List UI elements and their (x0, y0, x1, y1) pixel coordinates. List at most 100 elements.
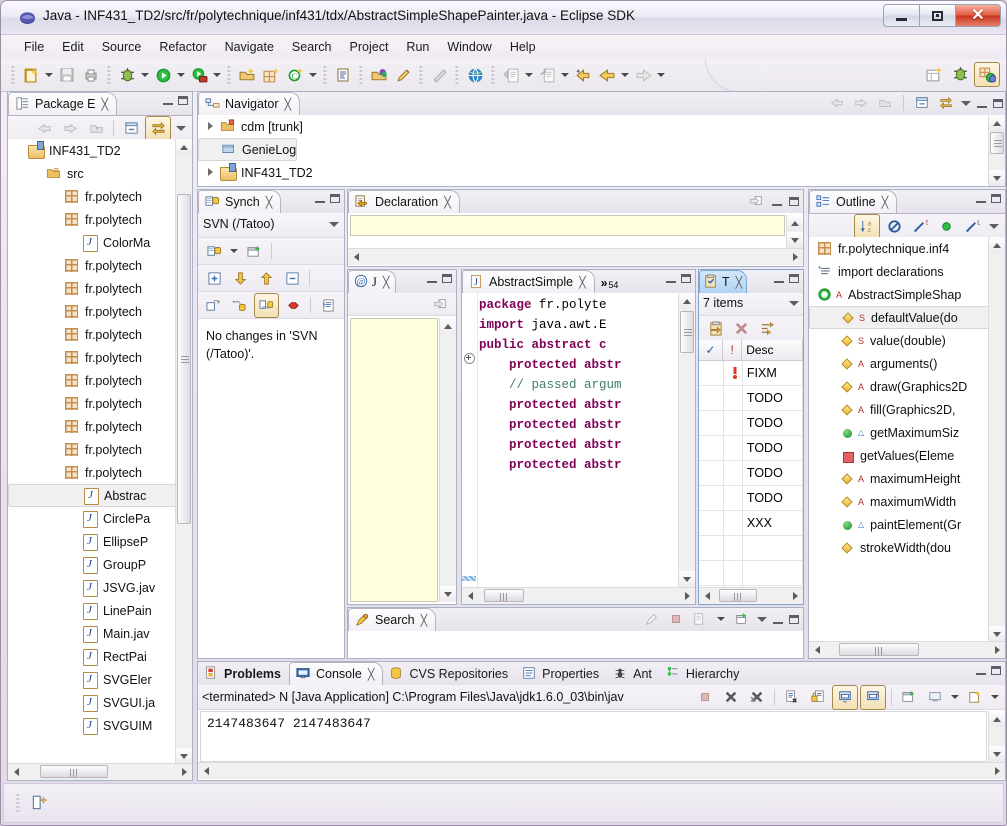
expand-arrow-icon[interactable] (50, 376, 59, 385)
tree-item[interactable]: Abstrac (8, 484, 176, 507)
close-icon[interactable]: ╳ (736, 276, 743, 289)
both-mode-icon[interactable] (253, 292, 280, 318)
scroll-left-icon[interactable] (809, 642, 825, 658)
minimize-button[interactable] (883, 4, 919, 27)
expand-arrow-icon[interactable] (50, 261, 59, 270)
hide-static-icon[interactable]: S (908, 215, 932, 238)
forward-icon[interactable] (58, 117, 82, 140)
outline-item[interactable]: AmaximumWidth (809, 490, 989, 513)
expand-all-icon[interactable] (202, 267, 226, 290)
tree-item[interactable]: LinePain (8, 599, 176, 622)
minimize-icon[interactable] (774, 273, 784, 283)
expand-arrow-icon[interactable] (68, 238, 77, 247)
scroll-down-icon[interactable] (679, 571, 695, 587)
back-icon[interactable] (595, 64, 619, 87)
link-with-editor-icon[interactable] (937, 95, 955, 111)
expand-arrow-icon[interactable] (50, 284, 59, 293)
declaration-hscrollbar[interactable] (348, 248, 803, 265)
expand-arrow-icon[interactable] (68, 560, 77, 569)
previous-annotation-dropdown[interactable] (523, 64, 535, 87)
up-icon[interactable] (876, 95, 894, 111)
collapse-marker-icon[interactable] (464, 353, 475, 364)
expand-arrow-icon[interactable] (68, 537, 77, 546)
back-icon[interactable] (828, 95, 846, 111)
outline-item[interactable]: △ getMaximumSiz (809, 421, 989, 444)
declaration-vscrollbar[interactable] (786, 215, 803, 248)
toolbar-grip[interactable] (491, 65, 495, 85)
scroll-up-icon[interactable] (679, 293, 695, 309)
toolbar-grip[interactable] (227, 65, 231, 85)
column-header[interactable]: ! (723, 340, 743, 360)
scrollbar-thumb[interactable] (839, 643, 919, 656)
run-icon[interactable] (151, 64, 175, 87)
terminate-icon[interactable] (693, 686, 717, 709)
scroll-down-icon[interactable] (787, 232, 803, 248)
maximize-icon[interactable] (991, 665, 1001, 675)
expand-arrow-icon[interactable] (50, 422, 59, 431)
skip-breakpoints-icon[interactable] (427, 64, 451, 87)
close-button[interactable]: ✕ (955, 4, 1001, 27)
close-icon[interactable]: ╳ (579, 276, 586, 289)
new-console-view-icon[interactable] (923, 686, 947, 709)
javadoc-vscrollbar[interactable] (439, 318, 456, 602)
tree-item[interactable]: RectPai (8, 645, 176, 668)
expand-arrow-icon[interactable] (32, 169, 41, 178)
editor-vscrollbar[interactable] (678, 293, 695, 587)
tab-navigator[interactable]: Navigator ╳ (198, 92, 301, 115)
expand-arrow-icon[interactable] (207, 145, 216, 154)
table-row[interactable]: TODO (699, 461, 803, 486)
maximize-icon[interactable] (681, 273, 691, 283)
scroll-down-icon[interactable] (989, 746, 1005, 762)
remove-all-terminated-icon[interactable] (745, 686, 769, 709)
tree-item[interactable]: fr.polytech (8, 277, 176, 300)
expand-arrow-icon[interactable] (50, 445, 59, 454)
open-console-icon[interactable] (897, 686, 921, 709)
expand-arrow-icon[interactable] (68, 514, 77, 523)
editor-text[interactable]: package fr.polyte import java.awt.E public… (479, 295, 678, 587)
table-row[interactable]: TODO (699, 411, 803, 436)
back-dropdown[interactable] (619, 64, 631, 87)
task-check-cell[interactable] (699, 436, 724, 460)
expand-arrow-icon[interactable] (68, 652, 77, 661)
remove-launch-icon[interactable] (719, 686, 743, 709)
open-input-icon[interactable] (428, 293, 452, 316)
expand-arrow-icon[interactable] (69, 491, 78, 500)
close-icon[interactable]: ╳ (368, 668, 375, 681)
toolbar-grip[interactable] (419, 65, 423, 85)
pin-console-icon[interactable] (832, 685, 858, 710)
minimize-icon[interactable] (772, 196, 782, 206)
maximize-icon[interactable] (789, 273, 799, 283)
scroll-up-icon[interactable] (989, 711, 1005, 727)
scroll-lock-icon[interactable] (806, 686, 830, 709)
expand-arrow-icon[interactable] (206, 168, 215, 177)
scroll-left-icon[interactable] (8, 764, 24, 780)
package-explorer-tree[interactable]: INF431_TD2srcfr.polytechfr.polytechColor… (8, 139, 192, 780)
minimize-icon[interactable] (773, 614, 783, 624)
toolbar-grip[interactable] (107, 65, 111, 85)
console-vscrollbar[interactable] (988, 711, 1005, 762)
menu-search[interactable]: Search (283, 37, 341, 57)
compare-icon[interactable] (316, 294, 340, 317)
table-row[interactable]: FIXM (699, 361, 803, 386)
tree-item[interactable]: GroupP (8, 553, 176, 576)
expand-arrow-icon[interactable] (206, 122, 215, 131)
outline-item[interactable]: △ paintElement(Gr (809, 513, 989, 536)
expand-arrow-icon[interactable] (50, 468, 59, 477)
show-previous-search-icon[interactable] (691, 611, 709, 627)
tab-search[interactable]: Search ╳ (348, 608, 437, 631)
column-header[interactable]: ✓ (699, 340, 724, 360)
tree-item[interactable]: fr.polytech (8, 300, 176, 323)
expand-arrow-icon[interactable] (68, 629, 77, 638)
tree-item[interactable]: CirclePa (8, 507, 176, 530)
menu-help[interactable]: Help (501, 37, 545, 57)
debug-icon[interactable] (115, 64, 139, 87)
minimize-icon[interactable] (976, 193, 986, 203)
synchronize-icon[interactable] (202, 240, 226, 263)
tree-item[interactable]: fr.polytech (8, 185, 176, 208)
tab-hierarchy[interactable]: Hierarchy (660, 663, 748, 685)
view-menu-icon[interactable] (989, 223, 999, 229)
task-check-cell[interactable] (699, 486, 724, 510)
scroll-up-icon[interactable] (787, 215, 803, 231)
menu-run[interactable]: Run (397, 37, 438, 57)
scroll-right-icon[interactable] (787, 588, 803, 604)
